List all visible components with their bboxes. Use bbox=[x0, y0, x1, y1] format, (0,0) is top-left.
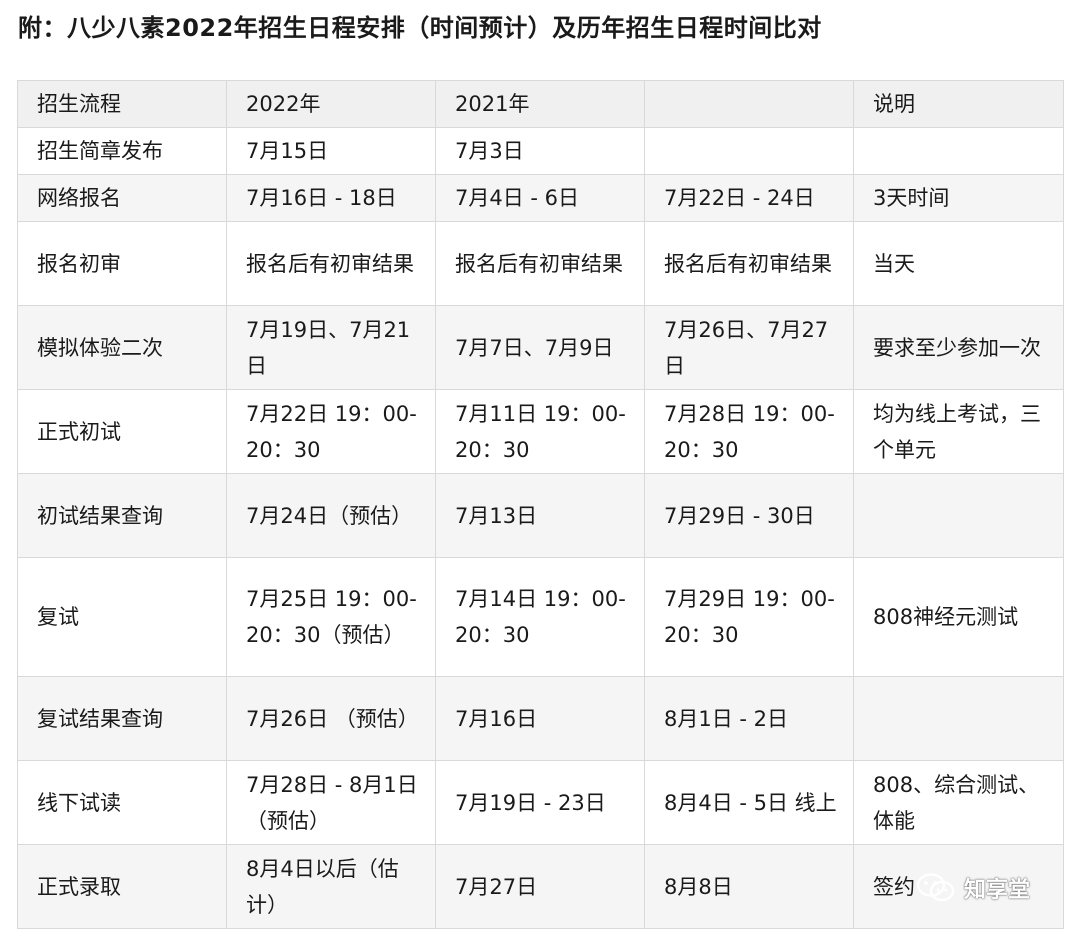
table-cell: 7月22日 19：00-20：30 bbox=[226, 389, 436, 474]
header-cell: 招生流程 bbox=[17, 80, 227, 128]
table-cell bbox=[644, 127, 854, 175]
wechat-icon bbox=[916, 873, 955, 902]
table-cell: 报名后有初审结果 bbox=[226, 221, 436, 306]
table-cell: 7月28日 - 8月1日（预估） bbox=[226, 760, 436, 845]
table-cell: 初试结果查询 bbox=[17, 473, 227, 558]
table-cell: 7月16日 bbox=[435, 676, 645, 761]
table-cell: 要求至少参加一次 bbox=[853, 305, 1064, 390]
table-cell: 7月26日 （预估） bbox=[226, 676, 436, 761]
table-cell: 7月14日 19：00-20：30 bbox=[435, 557, 645, 677]
table-cell: 8月4日以后（估计） bbox=[226, 844, 436, 929]
table-cell: 报名初审 bbox=[17, 221, 227, 306]
table-cell: 3天时间 bbox=[853, 174, 1064, 222]
table-row: 报名初审 报名后有初审结果 报名后有初审结果 报名后有初审结果 当天 bbox=[17, 221, 1064, 306]
table-cell: 7月3日 bbox=[435, 127, 645, 175]
table-row: 正式录取 8月4日以后（估计） 7月27日 8月8日 签约 bbox=[17, 844, 1064, 929]
table-row: 复试 7月25日 19：00-20：30（预估） 7月14日 19：00-20：30… bbox=[17, 557, 1064, 677]
table-cell: 7月16日 - 18日 bbox=[226, 174, 436, 222]
table-cell: 复试结果查询 bbox=[17, 676, 227, 761]
table-cell bbox=[853, 676, 1064, 761]
table-cell: 7月26日、7月27日 bbox=[644, 305, 854, 390]
table-cell: 线下试读 bbox=[17, 760, 227, 845]
page-title: 附：八少八素2022年招生日程安排（时间预计）及历年招生日程时间比对 bbox=[18, 14, 822, 42]
table-cell: 报名后有初审结果 bbox=[435, 221, 645, 306]
header-cell: 2022年 bbox=[226, 80, 436, 128]
table-cell: 7月24日（预估） bbox=[226, 473, 436, 558]
table-cell: 当天 bbox=[853, 221, 1064, 306]
table-row: 网络报名 7月16日 - 18日 7月4日 - 6日 7月22日 - 24日 3天时间 bbox=[17, 174, 1064, 222]
table-cell: 808、综合测试、体能 bbox=[853, 760, 1064, 845]
table-cell: 7月15日 bbox=[226, 127, 436, 175]
table-cell: 7月27日 bbox=[435, 844, 645, 929]
table-cell: 7月19日 - 23日 bbox=[435, 760, 645, 845]
table-row: 线下试读 7月28日 - 8月1日（预估） 7月19日 - 23日 8月4日 - 5日… bbox=[17, 760, 1064, 845]
table-row: 初试结果查询 7月24日（预估） 7月13日 7月29日 - 30日 bbox=[17, 473, 1064, 558]
table-cell: 7月29日 19：00-20：30 bbox=[644, 557, 854, 677]
table-cell: 复试 bbox=[17, 557, 227, 677]
table-cell: 7月11日 19：00-20：30 bbox=[435, 389, 645, 474]
watermark-text: 知享堂 bbox=[964, 878, 1031, 903]
table-cell: 均为线上考试，三个单元 bbox=[853, 389, 1064, 474]
watermark: 知享堂 bbox=[916, 872, 1030, 904]
header-cell: 2021年 bbox=[435, 80, 645, 128]
table-cell: 7月19日、7月21日 bbox=[226, 305, 436, 390]
table-cell bbox=[853, 473, 1064, 558]
table-cell: 7月4日 - 6日 bbox=[435, 174, 645, 222]
table-cell bbox=[853, 127, 1064, 175]
table-header: 招生流程 2022年 2021年 说明 bbox=[17, 80, 1064, 128]
table-cell: 正式初试 bbox=[17, 389, 227, 474]
header-cell: 说明 bbox=[853, 80, 1064, 128]
table-row: 正式初试 7月22日 19：00-20：30 7月11日 19：00-20：30 7月… bbox=[17, 389, 1064, 474]
table-cell: 7月29日 - 30日 bbox=[644, 473, 854, 558]
table-cell: 7月13日 bbox=[435, 473, 645, 558]
table-cell: 7月22日 - 24日 bbox=[644, 174, 854, 222]
table-cell: 7月28日 19：00-20：30 bbox=[644, 389, 854, 474]
table-row: 招生简章发布 7月15日 7月3日 bbox=[17, 127, 1064, 175]
table-row: 模拟体验二次 7月19日、7月21日 7月7日、7月9日 7月26日、7月27日 要求至… bbox=[17, 305, 1064, 390]
table-cell: 模拟体验二次 bbox=[17, 305, 227, 390]
schedule-table: 招生流程 2022年 2021年 说明 招生简章发布 7月15日 7月3日 网络报名 7月16日… bbox=[17, 80, 1064, 929]
table-cell: 808神经元测试 bbox=[853, 557, 1064, 677]
table-cell: 7月7日、7月9日 bbox=[435, 305, 645, 390]
table-row: 复试结果查询 7月26日 （预估） 7月16日 8月1日 - 2日 bbox=[17, 676, 1064, 761]
header-cell bbox=[644, 80, 854, 128]
table-cell: 8月8日 bbox=[644, 844, 854, 929]
table-cell: 网络报名 bbox=[17, 174, 227, 222]
table-cell: 8月4日 - 5日 线上 bbox=[644, 760, 854, 845]
table-cell: 正式录取 bbox=[17, 844, 227, 929]
table-cell: 8月1日 - 2日 bbox=[644, 676, 854, 761]
table-cell: 7月25日 19：00-20：30（预估） bbox=[226, 557, 436, 677]
table-cell: 招生简章发布 bbox=[17, 127, 227, 175]
table-cell: 报名后有初审结果 bbox=[644, 221, 854, 306]
